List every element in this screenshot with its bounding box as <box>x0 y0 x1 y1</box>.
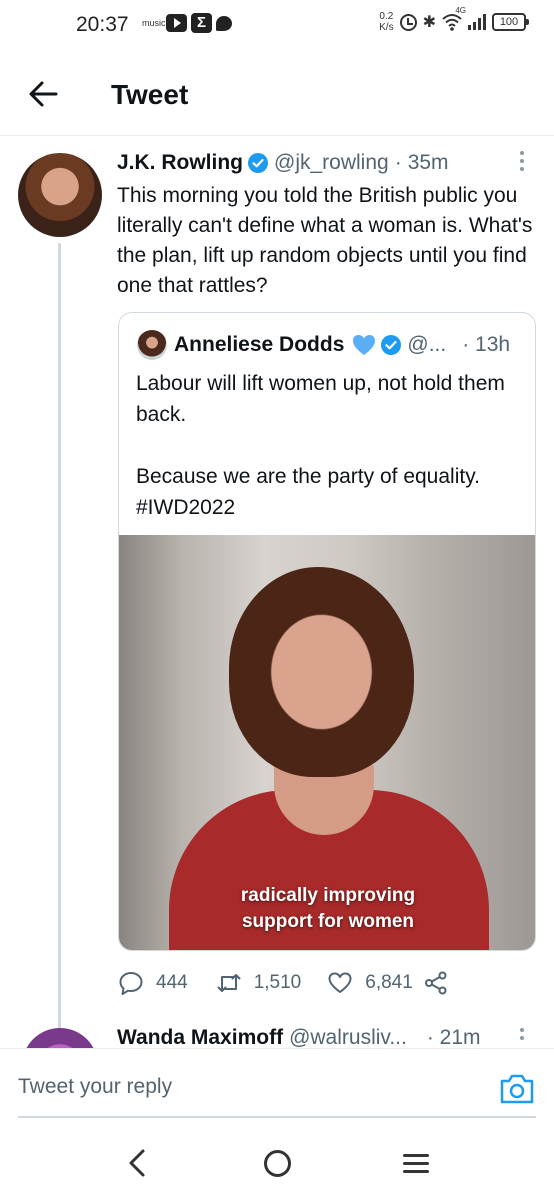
quoted-tweet[interactable]: Anneliese Dodds @... · 13h Labour will l… <box>118 312 536 951</box>
bluetooth-icon: ✱ <box>422 14 436 31</box>
retweet-icon <box>217 974 241 992</box>
reply-author-handle[interactable]: @walrusliv... <box>289 1026 407 1050</box>
status-bar: 20:37 music Σ 0.2 K/s ✱ 4G 100 <box>0 0 554 50</box>
quoted-tweet-header: Anneliese Dodds @... · 13h <box>174 333 510 357</box>
alarm-icon <box>399 13 417 31</box>
status-time: 20:37 <box>76 13 129 36</box>
chat-icon <box>216 15 232 31</box>
reply-more-options-icon[interactable] <box>515 1028 529 1048</box>
network-type: 4G <box>455 6 466 15</box>
video-caption: radically improving support for women <box>119 883 535 935</box>
share-icon[interactable] <box>423 970 449 996</box>
notification-icons: music Σ <box>142 13 232 33</box>
reply-input-underline <box>18 1116 536 1118</box>
network-speed-value: 0.2 <box>379 11 394 22</box>
thread-line <box>58 243 61 1028</box>
battery-icon: 100 <box>492 13 529 31</box>
tweet-header: J.K. Rowling @jk_rowling · 35m <box>117 151 449 175</box>
reply-icon <box>119 972 143 995</box>
quoted-author-avatar <box>137 330 167 360</box>
author-avatar[interactable] <box>18 153 102 237</box>
tweet-actions: 444 1,510 6,841 <box>118 965 449 1001</box>
blue-heart-icon <box>353 335 376 355</box>
page-title: Tweet <box>111 79 189 110</box>
verified-badge-icon <box>381 335 402 355</box>
quoted-tweet-time: · 13h <box>462 333 511 356</box>
quoted-tweet-text: Labour will lift women up, not hold them… <box>136 372 505 519</box>
quoted-author-name: Anneliese Dodds <box>174 333 345 356</box>
retweet-count: 1,510 <box>253 972 302 993</box>
reply-tweet-time: · 21m <box>426 1026 481 1049</box>
heart-icon <box>328 972 352 993</box>
wifi-icon: 4G <box>442 6 466 31</box>
reply-tweet-header: Wanda Maximoff @walrusliv... · 21m <box>117 1026 481 1050</box>
tweet-time: 35m <box>407 151 449 174</box>
sigma-icon: Σ <box>191 13 212 33</box>
tweet-text: This morning you told the British public… <box>117 184 533 297</box>
youtube-icon <box>166 14 187 32</box>
quoted-author-handle: @... <box>407 333 447 356</box>
reply-composer: Tweet your reply <box>0 1048 554 1126</box>
network-speed: 0.2 K/s <box>379 11 393 33</box>
video-subject-head <box>229 567 414 777</box>
signal-icon <box>468 14 486 30</box>
reply-input[interactable]: Tweet your reply <box>18 1075 172 1099</box>
system-nav-bar <box>0 1126 554 1200</box>
nav-menu-icon[interactable] <box>403 1154 429 1174</box>
more-options-icon[interactable] <box>515 151 529 177</box>
nav-home-icon[interactable] <box>264 1150 291 1177</box>
reply-author-name[interactable]: Wanda Maximoff <box>117 1026 283 1050</box>
author-handle[interactable]: @jk_rowling <box>274 151 389 175</box>
quoted-tweet-video[interactable]: radically improving support for women <box>119 535 535 950</box>
network-speed-unit: K/s <box>379 22 394 33</box>
nav-back-icon[interactable] <box>124 1148 152 1178</box>
video-caption-line-1: radically improving <box>240 885 416 906</box>
like-button[interactable]: 6,841 <box>327 970 413 996</box>
verified-badge-icon <box>248 153 268 173</box>
youtube-music-icon: music <box>142 17 166 28</box>
retweet-button[interactable]: 1,510 <box>216 970 302 996</box>
system-icons: 0.2 K/s ✱ 4G 100 <box>379 6 529 33</box>
app-header: Tweet <box>0 50 554 136</box>
reply-button[interactable]: 444 <box>118 970 188 996</box>
author-name[interactable]: J.K. Rowling <box>117 151 243 175</box>
camera-icon[interactable] <box>499 1073 535 1105</box>
reply-count: 444 <box>156 972 188 993</box>
video-caption-line-2: support for women <box>241 911 415 932</box>
like-count: 6,841 <box>365 972 413 993</box>
arrow-left-icon[interactable] <box>28 80 58 108</box>
meta-separator: · <box>394 151 402 174</box>
